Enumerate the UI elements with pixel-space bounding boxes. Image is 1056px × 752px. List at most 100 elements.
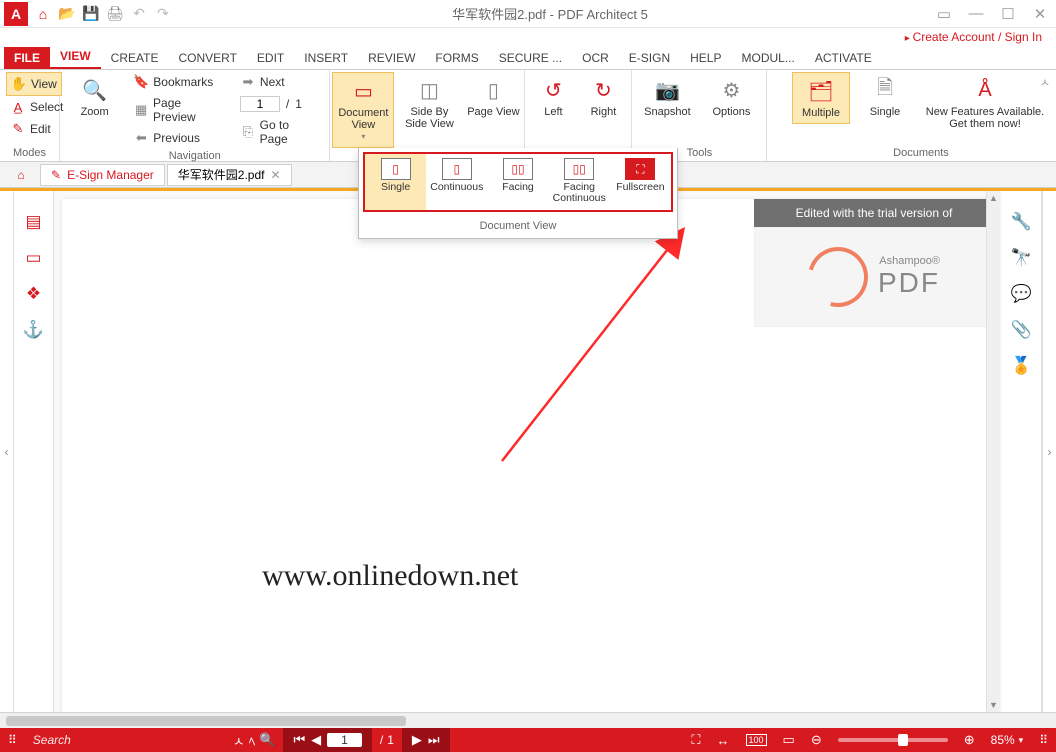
compact-icon[interactable]: ▭ [928, 0, 960, 28]
docview-fullscreen[interactable]: ⛶Fullscreen [610, 154, 671, 210]
docview-continuous[interactable]: ▯Continuous [426, 154, 487, 210]
search-input[interactable] [33, 733, 193, 747]
collapse-right-icon[interactable]: › [1042, 191, 1056, 712]
status-page-sep: / [380, 733, 383, 747]
page-input[interactable] [240, 96, 280, 112]
docview-facing-continuous[interactable]: ▯▯Facing Continuous [549, 154, 610, 210]
last-page-icon[interactable]: ⏭ [428, 732, 440, 748]
minimize-icon[interactable]: — [960, 0, 992, 28]
close-icon[interactable]: ✕ [1024, 0, 1056, 28]
doctab-document[interactable]: 华军软件园2.pdf ✕ [167, 164, 292, 186]
mode-select-button[interactable]: A̲Select [6, 96, 67, 118]
ashampoo-logo-icon [797, 236, 879, 318]
snapshot-icon: 📷 [653, 76, 681, 104]
fitwidth-icon[interactable]: ↔ [717, 733, 730, 748]
fitpage-icon[interactable]: ▭ [783, 732, 795, 748]
home-icon[interactable]: ⌂ [34, 5, 52, 23]
next-page-icon[interactable]: ▶ [412, 732, 422, 748]
horizontal-scrollbar[interactable] [0, 712, 1056, 728]
comment-icon[interactable]: 💬 [1011, 283, 1033, 305]
search-prev-icon[interactable]: ㅅ [233, 731, 245, 750]
tools-icon[interactable]: 🔧 [1011, 211, 1033, 233]
hand-icon: ✋ [11, 76, 27, 92]
doctab-esign[interactable]: ✎ E-Sign Manager [40, 164, 165, 186]
rotate-left-button[interactable]: ↺Left [531, 72, 575, 122]
tab-convert[interactable]: CONVERT [168, 47, 246, 69]
dd-single-label: Single [381, 182, 410, 193]
open-icon[interactable]: 📂 [58, 5, 76, 23]
zoom-icon: 🔍 [81, 76, 109, 104]
status-grip-icon: ⠿ [0, 733, 25, 747]
status-page-current: 1 [327, 733, 362, 747]
docview-single[interactable]: ▯ Single [365, 154, 426, 210]
fullscreen-status-icon[interactable]: ⛶ [691, 732, 700, 748]
page-view-button[interactable]: ▯Page View [464, 72, 522, 122]
doctab-close-icon[interactable]: ✕ [270, 168, 280, 182]
tab-esign[interactable]: E-SIGN [619, 47, 680, 69]
document-view-button[interactable]: ▭ Document View ▾ [332, 72, 394, 148]
dd-facingcont-label: Facing Continuous [551, 182, 608, 204]
account-link[interactable]: Create Account / Sign In [905, 30, 1042, 46]
tab-ocr[interactable]: OCR [572, 47, 619, 69]
resize-grip-icon[interactable]: ⠿ [1031, 733, 1056, 747]
tab-forms[interactable]: FORMS [425, 47, 488, 69]
binoculars-icon[interactable]: 🔭 [1011, 247, 1033, 269]
mode-view-button[interactable]: ✋View [6, 72, 62, 96]
single-page-icon: ▯ [381, 158, 411, 180]
tab-modules[interactable]: MODUL... [731, 47, 804, 69]
single-doc-button[interactable]: 🗎Single [856, 72, 914, 122]
prev-page-icon[interactable]: ◀ [311, 732, 321, 748]
zoom-menu-icon[interactable]: ▾ [1019, 735, 1024, 746]
rotate-right-button[interactable]: ↻Right [581, 72, 625, 122]
stamp-icon[interactable]: 🏅 [1011, 355, 1033, 377]
attachment-icon[interactable]: 📎 [1011, 319, 1033, 341]
new-features-button[interactable]: ÅNew Features Available. Get them now! [920, 72, 1050, 134]
redo-icon[interactable]: ↷ [154, 5, 172, 23]
search-next-icon[interactable]: ﾍ [249, 731, 256, 750]
bookmarks-icon: 🔖 [133, 74, 149, 90]
tab-review[interactable]: REVIEW [358, 47, 425, 69]
undo-icon[interactable]: ↶ [130, 5, 148, 23]
tab-help[interactable]: HELP [680, 47, 731, 69]
print-icon[interactable]: 🖨 [106, 5, 124, 23]
zoom-out-icon[interactable]: ⊖ [811, 732, 822, 748]
bookmarks-side-icon[interactable]: ▭ [23, 247, 45, 269]
zoom-button[interactable]: 🔍Zoom [66, 72, 123, 122]
next-button[interactable]: ➡Next [236, 72, 324, 92]
page-preview-button[interactable]: ▦Page Preview [129, 94, 230, 126]
maximize-icon[interactable]: ☐ [992, 0, 1024, 28]
mode-edit-label: Edit [30, 122, 51, 136]
page-canvas[interactable]: Edited with the trial version of Ashampo… [62, 199, 994, 712]
snapshot-button[interactable]: 📷Snapshot [638, 72, 696, 122]
tab-file[interactable]: FILE [4, 47, 50, 69]
docview-facing[interactable]: ▯▯Facing [487, 154, 548, 210]
collapse-left-icon[interactable]: ‹ [0, 191, 14, 712]
doctab-home-icon[interactable]: ⌂ [8, 165, 34, 185]
tab-secure[interactable]: SECURE ... [489, 47, 572, 69]
vertical-scrollbar[interactable] [986, 191, 1000, 712]
bookmarks-button[interactable]: 🔖Bookmarks [129, 72, 230, 92]
tab-create[interactable]: CREATE [101, 47, 169, 69]
first-page-icon[interactable]: ⏮ [293, 732, 305, 748]
tab-view[interactable]: VIEW [50, 45, 101, 69]
tab-insert[interactable]: INSERT [294, 47, 358, 69]
zoom-in-icon[interactable]: ⊕ [964, 732, 975, 748]
options-button[interactable]: ⚙Options [702, 72, 760, 122]
previous-button[interactable]: ⬅Previous [129, 128, 230, 148]
save-icon[interactable]: 💾 [82, 5, 100, 23]
zoom-value[interactable]: 85% [991, 733, 1015, 747]
thumbnails-icon[interactable]: ▤ [23, 211, 45, 233]
fit100-icon[interactable]: 100 [746, 734, 767, 746]
mode-edit-button[interactable]: ✎Edit [6, 118, 55, 140]
side-by-side-button[interactable]: ◫Side By Side View [400, 72, 458, 134]
zoom-slider[interactable] [838, 738, 948, 742]
collapse-ribbon-icon[interactable]: ㅅ [1040, 74, 1050, 90]
group-modes: Modes [6, 145, 53, 159]
layers-icon[interactable]: ❖ [23, 283, 45, 305]
multiple-docs-button[interactable]: 🗂Multiple [792, 72, 850, 124]
search-go-icon[interactable]: 🔍 [259, 732, 275, 748]
tab-edit[interactable]: EDIT [247, 47, 294, 69]
tab-activate[interactable]: ACTIVATE [805, 47, 882, 69]
anchor-icon[interactable]: ⚓ [23, 319, 45, 341]
goto-page-button[interactable]: ⎘Go to Page [236, 116, 324, 148]
